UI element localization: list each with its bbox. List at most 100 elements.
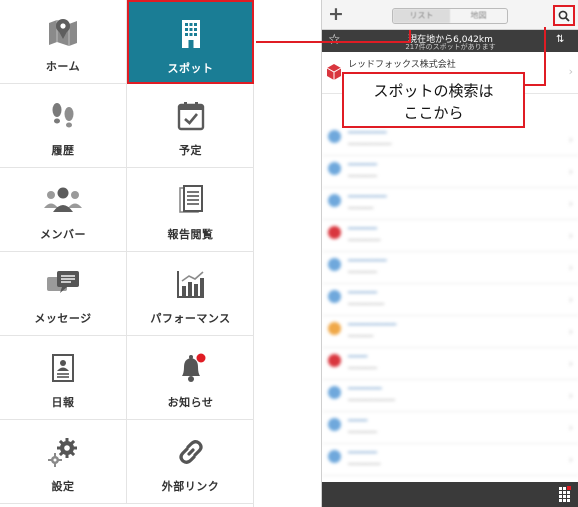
daily-report-icon xyxy=(0,350,126,386)
chevron-right-icon: › xyxy=(568,133,573,146)
menu-tile-label: お知らせ xyxy=(167,396,214,409)
location-pin-icon xyxy=(328,226,341,239)
chevron-right-icon: › xyxy=(568,453,573,466)
list-item[interactable]: ━━━━━━━━━━ ━━━━━━━ › xyxy=(322,316,578,348)
chevron-right-icon: › xyxy=(568,389,573,402)
list-item-address: ━━━━━━━━━━━━ xyxy=(348,141,392,148)
menu-tile-notices[interactable]: お知らせ xyxy=(127,336,254,420)
list-item-name: ━━━━━━ xyxy=(348,160,377,169)
callout-text-line1: スポットの検索は xyxy=(373,82,494,100)
footprints-icon xyxy=(0,98,126,134)
bar-chart-icon xyxy=(127,266,254,302)
menu-tile-spot[interactable]: スポット xyxy=(127,0,254,84)
menu-tile-label: 予定 xyxy=(179,144,202,157)
menu-tile-members[interactable]: メンバー xyxy=(0,168,127,252)
list-item-address: ━━━━━━━━━━━━━ xyxy=(348,397,395,404)
location-pin-icon xyxy=(328,450,341,463)
menu-tile-home[interactable]: ホーム xyxy=(0,0,127,84)
list-item-address: ━━━━━━━━ xyxy=(348,269,377,276)
tab-list[interactable]: リスト xyxy=(393,9,450,23)
map-pin-icon xyxy=(0,14,126,50)
chevron-right-icon: › xyxy=(568,197,573,210)
notification-badge xyxy=(196,353,205,363)
list-item-name: ━━━━ xyxy=(348,352,368,361)
spot-list-blurred: ━━━━━━━━ ━━━━━━━━━━━━ › ━━━━━━ ━━━━━━━━ › ━━… xyxy=(322,94,578,482)
list-item-name: ━━━━ xyxy=(348,416,368,425)
list-item-address: ━━━━━━━━━ xyxy=(348,461,381,468)
document-icon xyxy=(127,182,254,218)
chevron-right-icon: › xyxy=(568,229,573,242)
search-button[interactable] xyxy=(553,5,575,26)
menu-grid-icon[interactable] xyxy=(559,485,571,507)
chevron-right-icon: › xyxy=(568,165,573,178)
location-pin-icon xyxy=(328,386,341,399)
list-item-name: ━━━━━━ xyxy=(348,224,377,233)
list-item[interactable]: ━━━━━━━━━━━━━━━› xyxy=(322,220,578,252)
menu-tile-daily-report[interactable]: 日報 xyxy=(0,336,127,420)
menu-tile-label: 日報 xyxy=(51,396,75,409)
list-item[interactable]: ━━━━━━━━━━━━━━━━› xyxy=(322,284,578,316)
annotated-screenshot: ホーム スポット 履歴 予定 メンバー 報告閲覧 メッセージ パフォーマンス 日… xyxy=(0,0,578,507)
main-menu-grid: ホーム スポット 履歴 予定 メンバー 報告閲覧 メッセージ パフォーマンス 日… xyxy=(0,0,254,507)
spot-count-text: 217件のスポットがあります xyxy=(405,43,496,51)
bottom-toolbar xyxy=(322,482,578,507)
list-item-address: ━━━━━━━━━ xyxy=(348,237,381,244)
company-cube-icon xyxy=(326,63,342,81)
list-item-address: ━━━━━━━━ xyxy=(348,365,377,372)
people-icon xyxy=(0,182,126,218)
add-button[interactable]: + xyxy=(328,3,344,25)
menu-tile-history[interactable]: 履歴 xyxy=(0,84,127,168)
list-item[interactable]: ━━━━ ━━━━━━━━ › xyxy=(322,412,578,444)
list-item[interactable]: ━━━━━━━━━━━━━━━━━━━━› xyxy=(322,124,578,156)
list-item-name: ━━━━━━━━ xyxy=(348,256,387,265)
menu-tile-reports[interactable]: 報告閲覧 xyxy=(127,168,254,252)
annotation-callout: スポットの検索は ここから xyxy=(342,72,525,128)
chevron-right-icon: › xyxy=(568,357,573,370)
gears-icon xyxy=(0,434,126,470)
list-item[interactable]: ━━━━ ━━━━━━━━ › xyxy=(322,348,578,380)
list-item-address: ━━━━━━━━━━ xyxy=(348,301,385,308)
link-icon xyxy=(127,434,254,470)
list-item-name: ━━━━━━━━ xyxy=(348,128,387,137)
location-status-bar: ☆ 現在地から6,042km 217件のスポットがあります ⇅ xyxy=(322,30,578,52)
menu-tile-performance[interactable]: パフォーマンス xyxy=(127,252,254,336)
menu-tile-messages[interactable]: メッセージ xyxy=(0,252,127,336)
menu-tile-label: 外部リンク xyxy=(161,480,220,493)
list-item[interactable]: ━━━━━━━━━━━━━━━━› xyxy=(322,252,578,284)
list-item-address: ━━━━━━━ xyxy=(348,333,374,340)
list-item[interactable]: ━━━━━━━━━━━━━━━› xyxy=(322,444,578,476)
list-item-name: レッドフォックス株式会社 xyxy=(348,60,456,70)
list-item-name: ━━━━━━ xyxy=(348,288,377,297)
chevron-right-icon: › xyxy=(568,65,573,78)
list-item[interactable]: ━━━━━━━━━━━━━━━━━━━━› xyxy=(322,380,578,412)
tab-map[interactable]: 地図 xyxy=(450,9,507,23)
menu-tile-schedule[interactable]: 予定 xyxy=(127,84,254,168)
list-item-address: ━━━━━━━ xyxy=(348,205,374,212)
top-toolbar: + リスト 地図 xyxy=(322,0,578,30)
menu-tile-label: メッセージ xyxy=(34,312,92,325)
list-item-name: ━━━━━━━━━━ xyxy=(348,320,397,329)
menu-tile-external-link[interactable]: 外部リンク xyxy=(127,420,254,504)
list-item-name: ━━━━━━━━ xyxy=(348,192,387,201)
location-pin-icon xyxy=(328,322,341,335)
search-icon xyxy=(558,10,570,22)
chat-bubbles-icon xyxy=(0,266,126,302)
menu-tile-label: メンバー xyxy=(40,228,86,241)
menu-tile-label: パフォーマンス xyxy=(150,312,231,325)
list-item[interactable]: ━━━━━━━━━━━━━━━› xyxy=(322,188,578,220)
location-pin-icon xyxy=(328,258,341,271)
sort-icon[interactable]: ⇅ xyxy=(556,34,564,45)
menu-tile-settings[interactable]: 設定 xyxy=(0,420,127,504)
bell-icon xyxy=(127,350,254,386)
building-icon xyxy=(129,16,252,52)
chevron-right-icon: › xyxy=(568,421,573,434)
location-pin-icon xyxy=(328,194,341,207)
menu-tile-label: 設定 xyxy=(51,480,75,493)
list-item[interactable]: ━━━━━━ ━━━━━━━━ › xyxy=(322,156,578,188)
location-pin-icon xyxy=(328,162,341,175)
chevron-right-icon: › xyxy=(568,293,573,306)
location-pin-icon xyxy=(328,418,341,431)
chevron-right-icon: › xyxy=(568,325,573,338)
location-pin-icon xyxy=(328,290,341,303)
list-item-address: ━━━━━━━━ xyxy=(348,429,377,436)
